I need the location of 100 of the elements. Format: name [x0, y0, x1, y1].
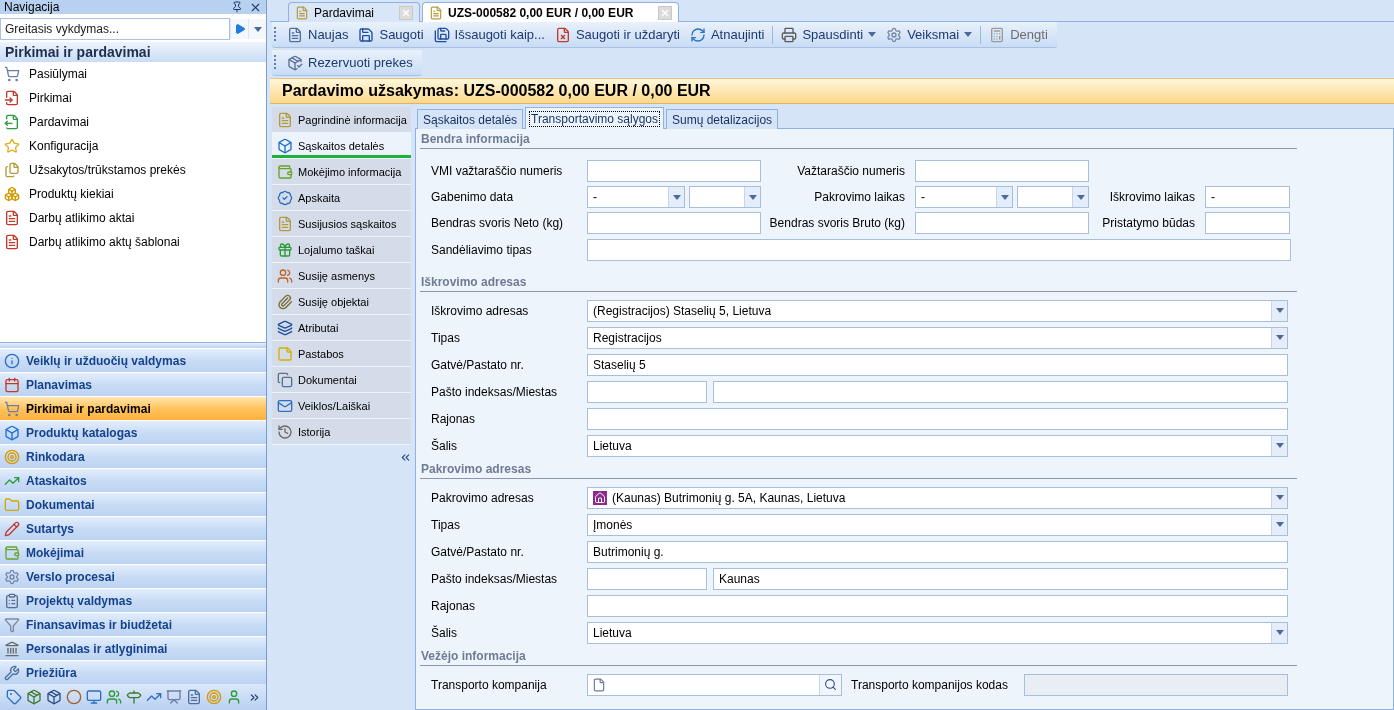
dropdown-button[interactable]	[744, 187, 760, 207]
module-button[interactable]: Produktų katalogas	[0, 420, 266, 444]
text-field[interactable]	[587, 212, 761, 234]
run-button[interactable]	[230, 19, 248, 39]
module-button[interactable]: Priežiūra	[0, 660, 266, 684]
nav-item[interactable]: Produktų kiekiai	[0, 182, 266, 206]
text-field[interactable]	[587, 239, 1291, 261]
dropdown-field[interactable]: Lietuva	[587, 621, 1288, 644]
quick-run-field[interactable]: Greitasis vykdymas...	[0, 18, 230, 40]
text-field[interactable]: -	[1205, 186, 1290, 208]
tag-icon[interactable]	[6, 689, 22, 705]
document-tab[interactable]: Pardavimai	[288, 2, 421, 22]
dropdown-button[interactable]	[1271, 487, 1287, 508]
package-icon[interactable]	[26, 689, 42, 705]
dropdown-field[interactable]: Registracijos	[587, 326, 1288, 349]
package-icon[interactable]	[46, 689, 62, 705]
signpost-icon[interactable]	[126, 689, 142, 705]
module-button[interactable]: Personalas ir atlyginimai	[0, 636, 266, 660]
toolbar-button[interactable]: Saugoti ir uždaryti	[549, 23, 685, 46]
dropdown-button[interactable]	[1072, 187, 1088, 207]
users-icon[interactable]	[106, 689, 122, 705]
presentation-icon[interactable]	[166, 689, 182, 705]
dropdown-button[interactable]	[1271, 622, 1287, 643]
side-tab[interactable]: Veiklos/Laiškai	[272, 393, 411, 419]
date-field[interactable]: -	[915, 186, 1013, 208]
side-tab[interactable]: Susiję asmenys	[272, 263, 411, 289]
toolbar-button[interactable]: Naujas	[282, 23, 354, 46]
date-field[interactable]: -	[587, 186, 685, 208]
city-field[interactable]	[713, 380, 1288, 403]
text-field[interactable]	[587, 594, 1288, 617]
dropdown-field[interactable]: (Registracijos) Staselių 5, Lietuva	[587, 299, 1288, 322]
toolbar-button[interactable]: Atnaujinti	[684, 23, 770, 46]
form-tab[interactable]: Sumų detalizacijos	[666, 109, 779, 129]
side-tab[interactable]: Pagrindinė informacija	[272, 107, 411, 133]
text-field[interactable]	[587, 160, 761, 182]
form-tab[interactable]: Sąskaitos detalės	[417, 109, 524, 129]
nav-item[interactable]: Užsakytos/trūkstamos prekės	[0, 158, 266, 182]
module-button[interactable]: Dokumentai	[0, 492, 266, 516]
dropdown-button[interactable]	[668, 187, 684, 207]
nav-item[interactable]: Darbų atlikimo aktai	[0, 206, 266, 230]
toolbar-button[interactable]: Išsaugoti kaip...	[428, 23, 550, 46]
nav-item[interactable]: Darbų atlikimo aktų šablonai	[0, 230, 266, 254]
module-button[interactable]: Ataskaitos	[0, 468, 266, 492]
text-field[interactable]	[1205, 212, 1290, 234]
module-button[interactable]: Finansavimas ir biudžetai	[0, 612, 266, 636]
side-tab[interactable]: Mokėjimo informacija	[272, 159, 411, 185]
module-button[interactable]: Pirkimai ir pardavimai	[0, 396, 266, 420]
side-tab[interactable]: Lojalumo taškai	[272, 237, 411, 263]
module-button[interactable]: Mokėjimai	[0, 540, 266, 564]
user-icon[interactable]	[226, 689, 242, 705]
search-button[interactable]	[819, 674, 841, 695]
time-field[interactable]	[689, 186, 761, 208]
nav-item[interactable]: Pardavimai	[0, 110, 266, 134]
module-button[interactable]: Rinkodara	[0, 444, 266, 468]
monitor-icon[interactable]	[86, 689, 102, 705]
lookup-field[interactable]	[587, 673, 842, 696]
toolbar-button[interactable]: Spausdinti	[776, 23, 882, 46]
dropdown-field[interactable]: Lietuva	[587, 434, 1288, 457]
postcode-field[interactable]	[587, 380, 707, 403]
nav-item[interactable]: Pasiūlymai	[0, 62, 266, 86]
module-button[interactable]: Verslo procesai	[0, 564, 266, 588]
document-tab[interactable]: UZS-000582 0,00 EUR / 0,00 EUR	[422, 2, 680, 22]
dropdown-button[interactable]	[1271, 327, 1287, 348]
side-tab[interactable]: Pastabos	[272, 341, 411, 367]
module-button[interactable]: Veiklų ir užduočių valdymas	[0, 348, 266, 372]
text-field[interactable]	[915, 212, 1089, 234]
pin-icon[interactable]	[231, 1, 243, 13]
text-field[interactable]: Butrimonių g.	[587, 540, 1288, 563]
side-tab[interactable]: Susijusios sąskaitos	[272, 211, 411, 237]
dropdown-button[interactable]	[996, 187, 1012, 207]
text-field[interactable]	[915, 160, 1089, 182]
module-button[interactable]: Projektų valdymas	[0, 588, 266, 612]
dropdown-button[interactable]	[1271, 514, 1287, 535]
text-field[interactable]: Staselių 5	[587, 353, 1288, 376]
form-tab[interactable]: Transportavimo sąlygos	[525, 107, 664, 129]
side-tab[interactable]: Dokumentai	[272, 367, 411, 393]
side-tab[interactable]: Sąskaitos detalės	[272, 133, 411, 159]
nav-item[interactable]: Pirkimai	[0, 86, 266, 110]
side-tab[interactable]: Susiję objektai	[272, 289, 411, 315]
wrench-icon	[4, 664, 20, 681]
side-tab[interactable]: Apskaita	[272, 185, 411, 211]
circle-icon[interactable]	[66, 689, 82, 705]
toolbar-button[interactable]: Saugoti	[353, 23, 429, 46]
city-field[interactable]: Kaunas	[713, 567, 1288, 590]
side-tab[interactable]: Istorija	[272, 419, 411, 445]
toolbar-button[interactable]: Veiksmai	[881, 23, 978, 46]
postcode-field[interactable]	[587, 567, 707, 590]
side-tab[interactable]: Atributai	[272, 315, 411, 341]
module-button[interactable]: Sutartys	[0, 516, 266, 540]
dropdown-field[interactable]: (Kaunas) Butrimonių g. 5A, Kaunas, Lietuva	[587, 486, 1288, 509]
nav-item[interactable]: Konfiguracija	[0, 134, 266, 158]
dropdown-field[interactable]: Įmonės	[587, 513, 1288, 536]
dropdown-button[interactable]	[1271, 300, 1287, 321]
time-field[interactable]	[1017, 186, 1089, 208]
dropdown-button[interactable]	[248, 19, 266, 39]
text-field[interactable]	[587, 407, 1288, 430]
module-button[interactable]: Planavimas	[0, 372, 266, 396]
document-icon[interactable]	[186, 689, 202, 705]
dropdown-button[interactable]	[1271, 435, 1287, 456]
field-label: Pakrovimo adresas	[431, 490, 535, 505]
